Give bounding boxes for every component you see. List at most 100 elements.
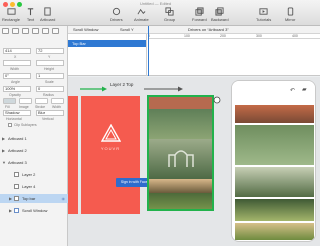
fill-swatch[interactable] xyxy=(3,98,16,104)
layer-item-layer-2[interactable]: Layer 2 xyxy=(0,170,68,179)
fill-label: Fill xyxy=(5,105,10,109)
forward-icon xyxy=(195,7,204,16)
ruler-tick: 100 xyxy=(184,34,190,38)
text-tool-button[interactable]: Text xyxy=(26,7,35,22)
layer-item-artboard-2[interactable]: ▶ Artboard 2 xyxy=(0,146,68,155)
scale-field[interactable]: 1 xyxy=(36,73,64,79)
artboard-2[interactable]: YOUVR xyxy=(81,96,140,214)
clip-sublayers-checkbox[interactable] xyxy=(8,123,12,127)
timeline-splitter[interactable] xyxy=(146,34,147,76)
vertical-label: Vertical xyxy=(42,117,54,121)
image-strip xyxy=(235,199,314,221)
mirror-icon xyxy=(287,7,293,16)
layer-icon xyxy=(14,184,19,189)
angle-field[interactable]: 0° xyxy=(3,73,31,79)
image-strip xyxy=(149,179,212,193)
inspector-panel: 414 72 X Y Width Height 0° 1 Angle Scale… xyxy=(0,26,68,246)
image-strip xyxy=(149,193,212,209)
disclosure-triangle-icon[interactable]: ▶ xyxy=(2,134,5,143)
layer-item-layer-4[interactable]: Layer 4 xyxy=(0,182,68,191)
x-label: X xyxy=(14,55,17,59)
drivers-timeline: Scroll Window Scroll Y Drivers on “Artbo… xyxy=(68,26,320,76)
timeline-ruler: 0 100 200 300 400 xyxy=(148,34,320,39)
layer-label: Scroll Window xyxy=(22,208,48,213)
x-field[interactable]: 414 xyxy=(3,48,31,54)
radius-field[interactable]: 0 xyxy=(36,86,64,92)
align-top-icon[interactable] xyxy=(32,28,39,34)
drivers-icon xyxy=(112,7,120,16)
connector-arrow xyxy=(80,86,183,92)
shadow-field[interactable]: Shadow xyxy=(3,110,31,116)
layer-item-top-bar[interactable]: ▶ Top bar ◉ xyxy=(0,194,68,203)
image-swatch[interactable] xyxy=(19,98,32,104)
width-field[interactable] xyxy=(3,60,31,66)
height-field[interactable] xyxy=(36,60,64,66)
forward-label: Forward xyxy=(192,17,207,22)
group-label: Group xyxy=(164,17,176,22)
folder-icon xyxy=(14,208,19,213)
opacity-field[interactable]: 100% xyxy=(3,86,31,92)
rectangle-tool-button[interactable]: Rectangle xyxy=(2,7,20,22)
layer-item-scroll-window[interactable]: ▶ Scroll Window xyxy=(0,206,68,215)
stroke-label: Stroke xyxy=(35,105,46,109)
backward-icon xyxy=(215,7,224,16)
timeline-row-top-bar[interactable]: Top Bar xyxy=(68,40,146,47)
backward-label: Backward xyxy=(211,17,229,22)
timeline-header: Scroll Window Scroll Y Drivers on “Artbo… xyxy=(68,26,320,34)
layer-label: Artboard 3 xyxy=(8,160,27,165)
handle-icon[interactable] xyxy=(213,96,221,104)
align-bottom-icon[interactable] xyxy=(52,28,59,34)
timeline-playhead[interactable] xyxy=(148,26,149,76)
align-middle-icon[interactable] xyxy=(42,28,49,34)
backward-button[interactable]: Backward xyxy=(211,7,229,22)
visibility-icon[interactable]: ◉ xyxy=(62,194,66,203)
artboard-icon xyxy=(44,7,51,16)
radius-label: Radius xyxy=(43,93,54,97)
angle-label: Angle xyxy=(11,80,20,84)
image-strip xyxy=(235,167,314,197)
top-bar: ↶ ▰ xyxy=(232,81,315,103)
forward-button[interactable]: Forward xyxy=(192,7,207,22)
back-icon[interactable]: ↶ xyxy=(290,87,295,94)
disclosure-triangle-icon[interactable]: ▶ xyxy=(9,194,12,203)
stroke-width-label: Width xyxy=(52,105,61,109)
window-title: Untitled — Edited xyxy=(140,1,172,6)
layer-item-artboard-1[interactable]: ▶ Artboard 1 xyxy=(0,134,68,143)
layer-label: Artboard 1 xyxy=(8,136,27,141)
width-label: Width xyxy=(10,67,19,71)
artboard-tool-button[interactable]: Artboard xyxy=(40,7,55,22)
ruin-arch-image xyxy=(168,150,194,167)
align-left-icon[interactable] xyxy=(2,28,9,34)
drivers-button[interactable]: Drivers xyxy=(110,7,123,22)
tutorials-button[interactable]: Tutorials xyxy=(256,7,271,22)
artboard-3-preview[interactable]: ↶ ▰ xyxy=(231,80,316,242)
artboard-tool-label: Artboard xyxy=(40,17,56,22)
align-center-icon[interactable] xyxy=(12,28,19,34)
y-field[interactable]: 72 xyxy=(36,48,64,54)
stroke-swatch[interactable] xyxy=(35,98,48,104)
timeline-column-property: Scroll Y xyxy=(120,27,134,32)
tutorials-label: Tutorials xyxy=(256,17,272,22)
mirror-button[interactable]: Mirror xyxy=(285,7,295,22)
height-label: Height xyxy=(44,67,55,71)
opacity-label: Opacity xyxy=(9,93,21,97)
layer-label: Top bar xyxy=(22,196,36,201)
timeline-column-layer: Scroll Window xyxy=(73,27,99,32)
disclosure-triangle-icon[interactable]: ▶ xyxy=(2,146,5,155)
disclosure-triangle-icon[interactable]: ▼ xyxy=(2,158,6,167)
alignment-toolbar xyxy=(2,28,66,36)
blur-field[interactable]: Blur xyxy=(36,110,64,116)
toolbar: Untitled — Edited Rectangle Text Artboar… xyxy=(0,0,320,26)
artboard-scroll-window[interactable] xyxy=(147,95,214,211)
disclosure-triangle-icon[interactable]: ▶ xyxy=(9,206,12,215)
stroke-width-field[interactable] xyxy=(51,98,64,104)
animate-button[interactable]: Animate xyxy=(134,7,149,22)
y-label: Y xyxy=(48,55,51,59)
group-button[interactable]: Group xyxy=(164,7,175,22)
layer-item-artboard-3[interactable]: ▼ Artboard 3 xyxy=(0,158,68,167)
animate-icon xyxy=(137,8,146,15)
artboard-1-edge xyxy=(68,96,78,214)
align-right-icon[interactable] xyxy=(22,28,29,34)
layer-label: Artboard 2 xyxy=(8,148,27,153)
camera-icon[interactable]: ▰ xyxy=(302,86,307,93)
